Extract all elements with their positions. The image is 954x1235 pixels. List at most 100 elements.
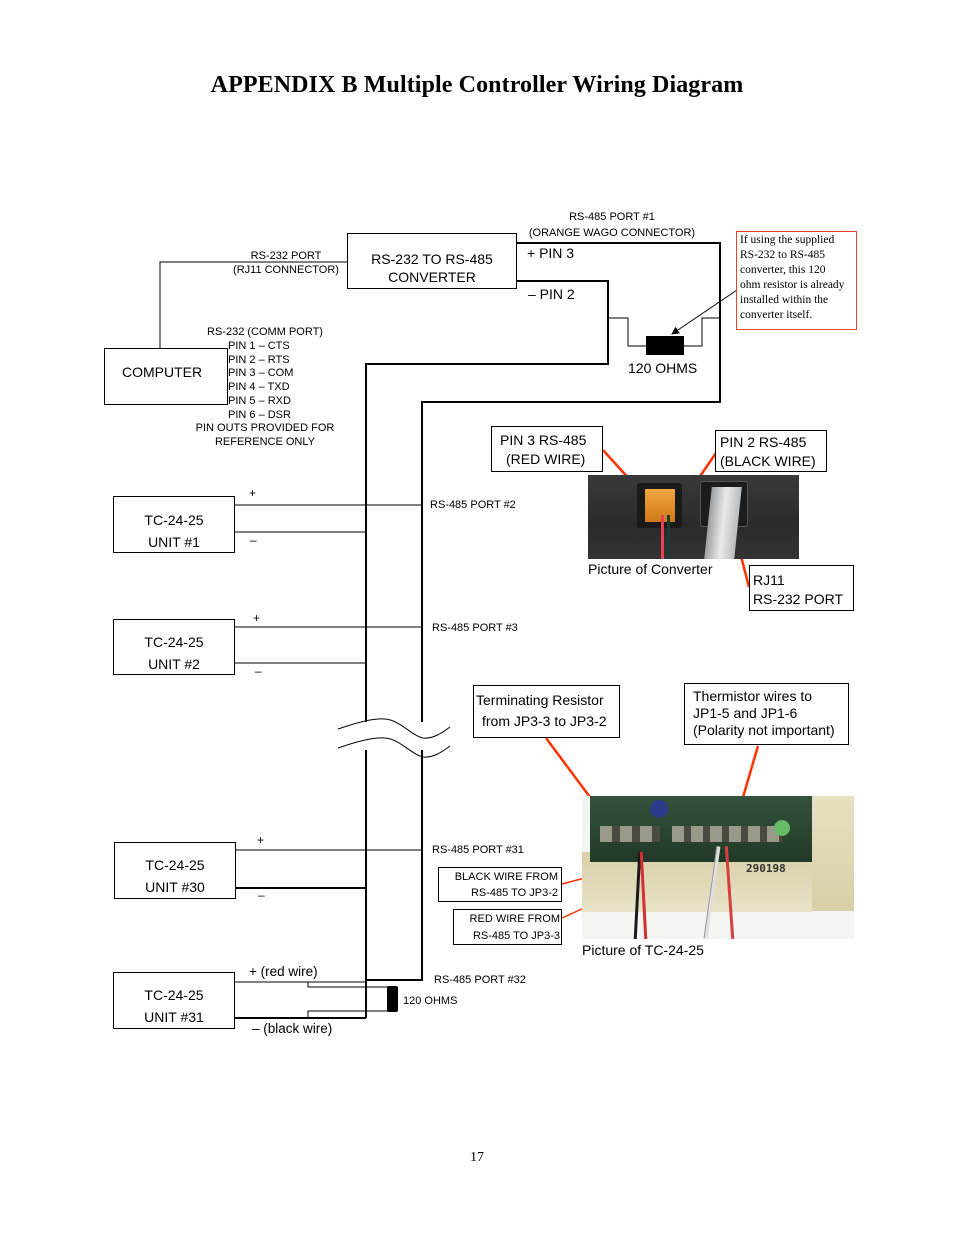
callout-thermistor: Thermistor wires to JP1-5 and JP1-6 (Pol… bbox=[684, 683, 849, 745]
rs232-port-label: RS-232 PORT (RJ11 CONNECTOR) bbox=[226, 249, 346, 277]
callout-line: PIN 2 RS-485 bbox=[720, 434, 807, 450]
port31-label: RS-485 PORT #31 bbox=[432, 844, 524, 856]
port32-label: RS-485 PORT #32 bbox=[434, 974, 526, 986]
end-resistor-120-ohms bbox=[387, 986, 398, 1012]
unit1-plus: + bbox=[249, 486, 257, 500]
callout-line: RED WIRE FROM bbox=[469, 913, 560, 925]
comm-port-label: RS-232 (COMM PORT) bbox=[207, 326, 323, 338]
pin-item: PIN 5 – RXD bbox=[228, 394, 291, 407]
converter-photo-caption: Picture of Converter bbox=[588, 561, 713, 577]
page-number: 17 bbox=[470, 1150, 484, 1165]
unit-number: UNIT #1 bbox=[148, 534, 200, 550]
callout-rj11: RJ11 RS-232 PORT bbox=[749, 565, 854, 611]
unit-model: TC-24-25 bbox=[144, 634, 204, 650]
callout-line: Terminating Resistor bbox=[476, 692, 604, 708]
unit1-wires bbox=[235, 504, 422, 533]
red-wire bbox=[661, 515, 664, 559]
note-line: converter, this 120 bbox=[740, 264, 826, 276]
note-line: installed within the bbox=[740, 294, 829, 306]
unit-model: TC-24-25 bbox=[144, 512, 204, 528]
unit30-plus: + bbox=[257, 833, 265, 847]
rs485-minus-bus bbox=[365, 280, 609, 1018]
callout-pin2: PIN 2 RS-485 (BLACK WIRE) bbox=[715, 430, 827, 472]
unit31-minus: – (black wire) bbox=[252, 1021, 333, 1036]
converter-box: RS-232 TO RS-485 CONVERTER bbox=[347, 233, 517, 289]
unit-number: UNIT #30 bbox=[145, 879, 205, 895]
pin2-label: – PIN 2 bbox=[528, 286, 575, 302]
unit-box-31: TC-24-25 UNIT #31 bbox=[113, 972, 235, 1029]
pin-item: PIN 2 – RTS bbox=[228, 353, 290, 366]
note-line: ohm resistor is already bbox=[740, 279, 845, 291]
callout-line: (Polarity not important) bbox=[693, 722, 835, 738]
converter-line2: CONVERTER bbox=[388, 269, 476, 285]
unit-number: UNIT #2 bbox=[148, 656, 200, 672]
pin3-label: + PIN 3 bbox=[527, 245, 575, 261]
converter-photo bbox=[588, 475, 799, 559]
note-line: RS-232 to RS-485 bbox=[740, 249, 825, 261]
unit2-minus: – bbox=[255, 664, 262, 678]
note-arrow bbox=[671, 287, 741, 335]
callout-line: RJ11 bbox=[753, 572, 785, 588]
unit-box-2: TC-24-25 UNIT #2 bbox=[113, 619, 235, 675]
callout-line: Thermistor wires to bbox=[693, 688, 813, 704]
converter-resistor-branch bbox=[608, 317, 720, 355]
board-stamp: 290198 bbox=[746, 862, 786, 875]
unit2-plus: + bbox=[253, 611, 261, 625]
unit30-wires bbox=[235, 849, 422, 889]
wiring-lines bbox=[159, 242, 760, 1019]
break-symbol bbox=[337, 718, 451, 758]
converter-resistor-label: 120 OHMS bbox=[628, 360, 698, 376]
rs485-port1-label: RS-485 PORT #1 (ORANGE WAGO CONNECTOR) bbox=[514, 209, 710, 241]
callout-line: PIN 3 RS-485 bbox=[500, 432, 587, 448]
tc-24-25-photo: 290198 bbox=[582, 796, 854, 939]
pin-item: PIN 1 – CTS bbox=[228, 340, 290, 352]
callout-line: RS-485 TO JP3-2 bbox=[470, 887, 558, 899]
orange-wago-connector bbox=[645, 489, 675, 522]
black-wire bbox=[667, 515, 670, 559]
callout-red-wire: RED WIRE FROM RS-485 TO JP3-3 bbox=[453, 909, 562, 945]
capacitor bbox=[650, 800, 668, 818]
converter-resistor-120-ohms bbox=[646, 336, 684, 355]
computer-label: COMPUTER bbox=[122, 364, 203, 380]
resistor-note: If using the supplied RS-232 to RS-485 c… bbox=[736, 231, 857, 330]
pin-item: PIN 3 – COM bbox=[228, 367, 294, 380]
port2-label: RS-485 PORT #2 bbox=[430, 499, 516, 511]
callout-line: RS-485 TO JP3-3 bbox=[472, 930, 560, 942]
callout-line: BLACK WIRE FROM bbox=[454, 871, 558, 883]
callout-terminating-resistor: Terminating Resistor from JP3-3 to JP3-2 bbox=[473, 685, 620, 738]
terminal-block-jp1 bbox=[672, 826, 782, 842]
pin-item: PIN 4 – TXD bbox=[228, 381, 290, 394]
rs485-port1-line1: RS-485 PORT #1 bbox=[569, 211, 655, 223]
rs232-port-line2: (RJ11 CONNECTOR) bbox=[233, 264, 339, 276]
end-resistor-label: 120 OHMS bbox=[403, 995, 458, 1007]
callout-black-wire: BLACK WIRE FROM RS-485 TO JP3-2 bbox=[438, 867, 562, 902]
unit-model: TC-24-25 bbox=[144, 987, 204, 1003]
tc-photo-caption: Picture of TC-24-25 bbox=[582, 942, 704, 958]
computer-box: COMPUTER bbox=[104, 348, 228, 405]
callout-line: JP1-5 and JP1-6 bbox=[693, 705, 798, 721]
unit-number: UNIT #31 bbox=[144, 1009, 204, 1025]
callout-line: (BLACK WIRE) bbox=[720, 453, 816, 469]
led bbox=[774, 820, 790, 836]
unit-model: TC-24-25 bbox=[145, 857, 205, 873]
note-line: converter itself. bbox=[740, 309, 813, 321]
callout-line: RS-232 PORT bbox=[753, 591, 843, 607]
converter-line1: RS-232 TO RS-485 bbox=[371, 251, 493, 267]
rj11-cable bbox=[704, 487, 742, 559]
rs485-port1-line2: (ORANGE WAGO CONNECTOR) bbox=[528, 227, 696, 239]
unit1-minus: – bbox=[250, 533, 257, 547]
unit31-wires bbox=[235, 981, 398, 1019]
note-line: If using the supplied bbox=[740, 234, 835, 246]
pin-note-line2: REFERENCE ONLY bbox=[214, 436, 316, 448]
unit2-wires bbox=[235, 626, 422, 664]
rs232-port-line1: RS-232 PORT bbox=[250, 250, 322, 262]
terminal-block-jp3 bbox=[600, 826, 660, 842]
port3-label: RS-485 PORT #3 bbox=[432, 622, 518, 634]
unit30-minus: – bbox=[258, 888, 265, 902]
unit-box-30: TC-24-25 UNIT #30 bbox=[114, 842, 236, 899]
pin-reference-note: PIN OUTS PROVIDED FOR REFERENCE ONLY bbox=[180, 421, 350, 449]
pin-list: PIN 1 – CTS PIN 2 – RTS PIN 3 – COM PIN … bbox=[228, 340, 293, 422]
pin-note-line1: PIN OUTS PROVIDED FOR bbox=[195, 422, 335, 434]
callout-pin3: PIN 3 RS-485 (RED WIRE) bbox=[491, 426, 603, 472]
unit31-plus: + (red wire) bbox=[249, 964, 318, 979]
